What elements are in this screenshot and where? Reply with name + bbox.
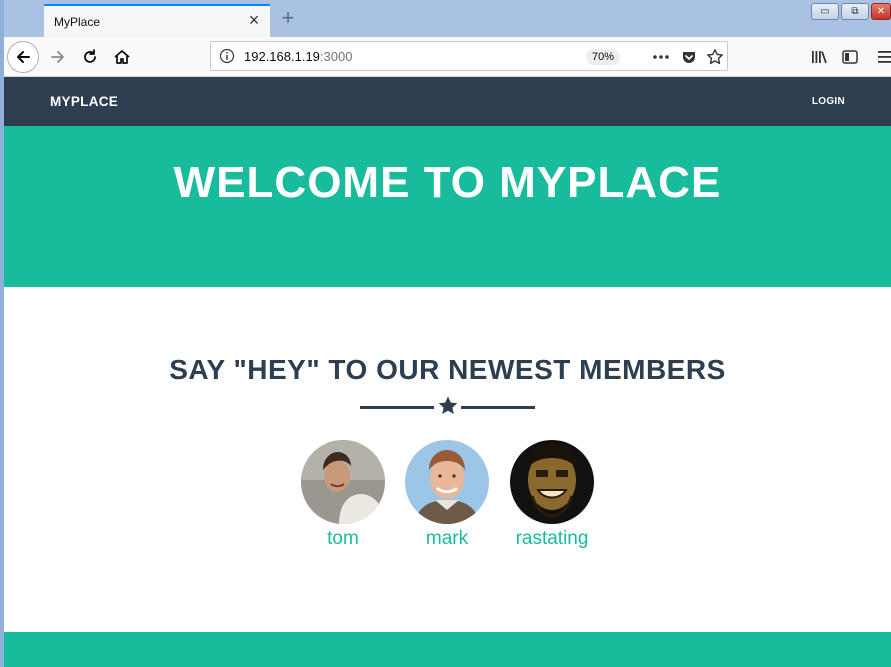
tab-strip: MyPlace × + ▭ ⧉ ✕ bbox=[4, 0, 891, 37]
info-icon[interactable] bbox=[219, 48, 235, 64]
hero-section: WELCOME TO MYPLACE bbox=[4, 126, 891, 287]
forward-arrow-icon[interactable] bbox=[44, 43, 72, 71]
minimize-icon[interactable]: ▭ bbox=[811, 3, 839, 20]
browser-toolbar: 192.168.1.19:3000 70% bbox=[4, 37, 891, 77]
window-close-icon[interactable]: ✕ bbox=[871, 3, 891, 20]
maximize-icon[interactable]: ⧉ bbox=[841, 3, 869, 20]
members-list: tom mark rastating bbox=[0, 440, 891, 560]
member-card-tom[interactable]: tom bbox=[288, 440, 398, 550]
site-navbar: MYPLACE LOGIN bbox=[4, 77, 891, 126]
member-card-rastating[interactable]: rastating bbox=[497, 440, 607, 550]
browser-tab[interactable]: MyPlace × bbox=[44, 4, 270, 37]
new-tab-icon[interactable]: + bbox=[276, 6, 300, 30]
home-icon[interactable] bbox=[108, 43, 136, 71]
url-port: :3000 bbox=[319, 49, 353, 64]
url-bar[interactable]: 192.168.1.19:3000 70% bbox=[210, 41, 728, 71]
member-name[interactable]: mark bbox=[392, 528, 502, 550]
more-icon[interactable] bbox=[651, 47, 671, 67]
url-host: 192.168.1.19 bbox=[244, 49, 320, 64]
sidebar-icon[interactable] bbox=[836, 43, 864, 71]
zoom-indicator[interactable]: 70% bbox=[586, 49, 621, 65]
close-tab-icon[interactable]: × bbox=[244, 10, 264, 30]
hero-title: WELCOME TO MYPLACE bbox=[173, 158, 722, 207]
member-card-mark[interactable]: mark bbox=[392, 440, 502, 550]
member-name[interactable]: tom bbox=[288, 528, 398, 550]
avatar[interactable] bbox=[405, 440, 489, 524]
url-text: 192.168.1.19:3000 bbox=[244, 49, 352, 64]
brand-link[interactable]: MYPLACE bbox=[50, 94, 118, 109]
member-name[interactable]: rastating bbox=[497, 528, 607, 550]
login-link[interactable]: LOGIN bbox=[812, 96, 845, 107]
bookmark-star-icon[interactable] bbox=[705, 47, 725, 67]
reload-icon[interactable] bbox=[76, 43, 104, 71]
star-divider bbox=[360, 395, 535, 419]
star-icon bbox=[438, 396, 458, 414]
divider-line-left bbox=[360, 406, 434, 409]
back-arrow-icon[interactable] bbox=[7, 41, 39, 73]
window-controls: ▭ ⧉ ✕ bbox=[811, 3, 891, 21]
pocket-icon[interactable] bbox=[679, 47, 699, 67]
footer-band bbox=[4, 632, 891, 667]
divider-line-right bbox=[461, 406, 535, 409]
avatar[interactable] bbox=[301, 440, 385, 524]
library-icon[interactable] bbox=[806, 43, 834, 71]
tab-title: MyPlace bbox=[54, 15, 101, 29]
avatar[interactable] bbox=[510, 440, 594, 524]
section-title: SAY "HEY" TO OUR NEWEST MEMBERS bbox=[169, 354, 726, 385]
menu-icon[interactable] bbox=[870, 43, 891, 71]
